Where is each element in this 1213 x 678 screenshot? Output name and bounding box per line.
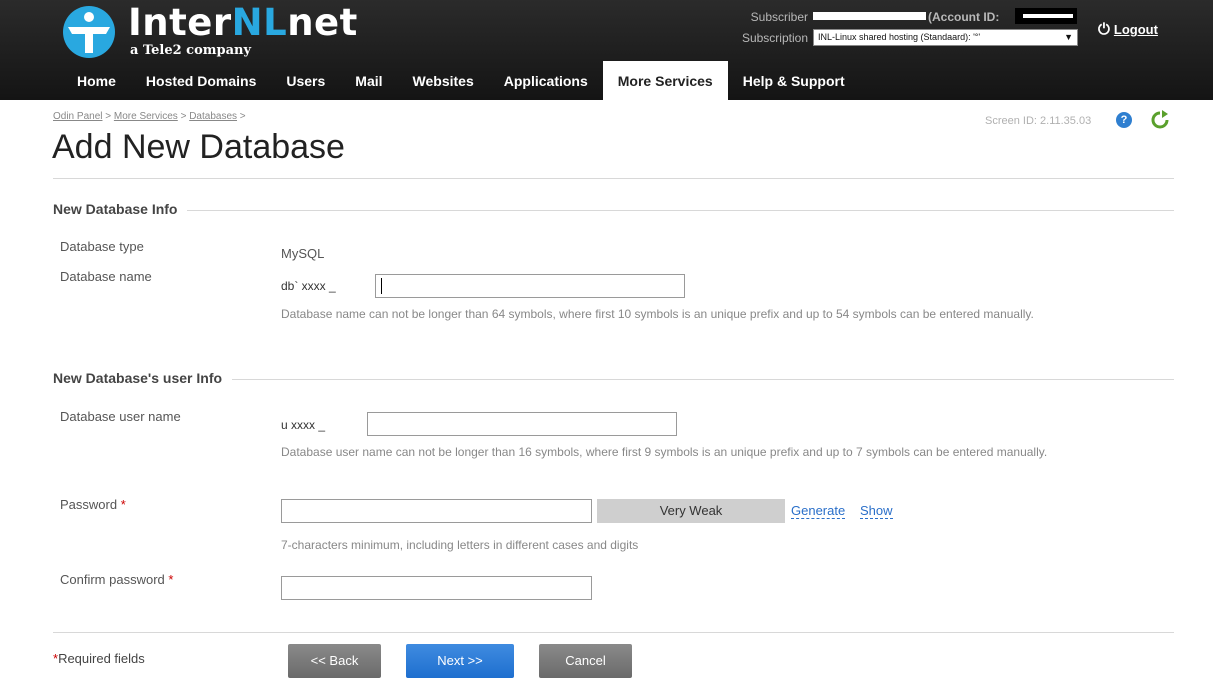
breadcrumb-databases[interactable]: Databases [189, 111, 237, 122]
nav-applications[interactable]: Applications [489, 63, 603, 100]
logo-tagline: a Tele2 company [130, 43, 252, 58]
page-title: Add New Database [52, 128, 345, 166]
back-button[interactable]: << Back [288, 644, 381, 678]
text-cursor [381, 278, 382, 294]
breadcrumb-separator: > [239, 111, 246, 122]
nav-hosted-domains[interactable]: Hosted Domains [131, 63, 271, 100]
dropdown-arrow-icon: ▼ [1064, 32, 1073, 42]
section-divider [53, 210, 1174, 211]
cancel-button[interactable]: Cancel [539, 644, 632, 678]
password-strength-meter: Very Weak [597, 499, 785, 523]
logout-label: Logout [1113, 22, 1158, 37]
breadcrumb-more-services[interactable]: More Services [114, 111, 178, 122]
next-button[interactable]: Next >> [406, 644, 514, 678]
breadcrumb-separator: > [180, 111, 187, 122]
subscriber-redacted [813, 12, 926, 20]
title-divider [53, 178, 1174, 179]
screen-id: Screen ID: 2.11.35.03 [985, 115, 1092, 127]
required-fields-note: *Required fields [53, 651, 145, 666]
logo-wordmark: InterNLnet [128, 1, 358, 44]
show-password-link[interactable]: Show [860, 503, 893, 519]
power-icon: ⏻ [1098, 21, 1110, 38]
logout-link[interactable]: ⏻ Logout [1098, 21, 1158, 38]
database-user-name-hint: Database user name can not be longer tha… [281, 445, 1048, 459]
logo-figure-icon [63, 6, 115, 58]
refresh-icon[interactable] [1150, 110, 1170, 130]
nav-more-services[interactable]: More Services [602, 61, 728, 100]
database-user-name-label: Database user name [60, 409, 181, 424]
nav-users[interactable]: Users [271, 63, 340, 100]
breadcrumb: Odin Panel > More Services > Databases > [53, 111, 246, 122]
nav-help-support[interactable]: Help & Support [728, 63, 860, 100]
password-input[interactable] [281, 499, 592, 523]
database-user-name-prefix: u xxxx _ [281, 418, 326, 432]
database-type-label: Database type [60, 239, 144, 254]
nav-home[interactable]: Home [62, 63, 131, 100]
confirm-password-label: Confirm password * [60, 572, 174, 587]
account-id-redacted [1015, 8, 1077, 24]
nav-websites[interactable]: Websites [398, 63, 489, 100]
password-hint: 7-characters minimum, including letters … [281, 538, 639, 552]
main-navigation: Home Hosted Domains Users Mail Websites … [62, 61, 860, 100]
breadcrumb-separator: > [105, 111, 112, 122]
database-name-prefix: db` xxxx _ [281, 279, 336, 293]
subscription-label: Subscription [741, 31, 808, 45]
database-type-value: MySQL [281, 246, 325, 261]
subscription-select[interactable]: INL-Linux shared hosting (Standaard): '°… [813, 29, 1078, 46]
generate-password-link[interactable]: Generate [791, 503, 846, 519]
database-user-name-input[interactable] [367, 412, 677, 436]
section-title-user-info: New Database's user Info [53, 370, 233, 386]
nav-mail[interactable]: Mail [340, 63, 397, 100]
database-name-input[interactable] [375, 274, 685, 298]
database-name-label: Database name [60, 269, 152, 284]
help-circle-icon[interactable]: ? [1116, 112, 1132, 128]
password-label: Password * [60, 497, 126, 512]
footer-divider [53, 632, 1174, 633]
database-name-hint: Database name can not be longer than 64 … [281, 307, 1034, 321]
breadcrumb-odin-panel[interactable]: Odin Panel [53, 111, 102, 122]
account-id-label: (Account ID: [928, 10, 1000, 24]
section-title-database-info: New Database Info [53, 201, 188, 217]
subscription-value: INL-Linux shared hosting (Standaard): '°… [818, 32, 981, 42]
confirm-password-input[interactable] [281, 576, 592, 600]
top-header-bar: InterNLnet a Tele2 company Subscriber (A… [0, 0, 1213, 100]
subscriber-label: Subscriber [750, 10, 808, 24]
